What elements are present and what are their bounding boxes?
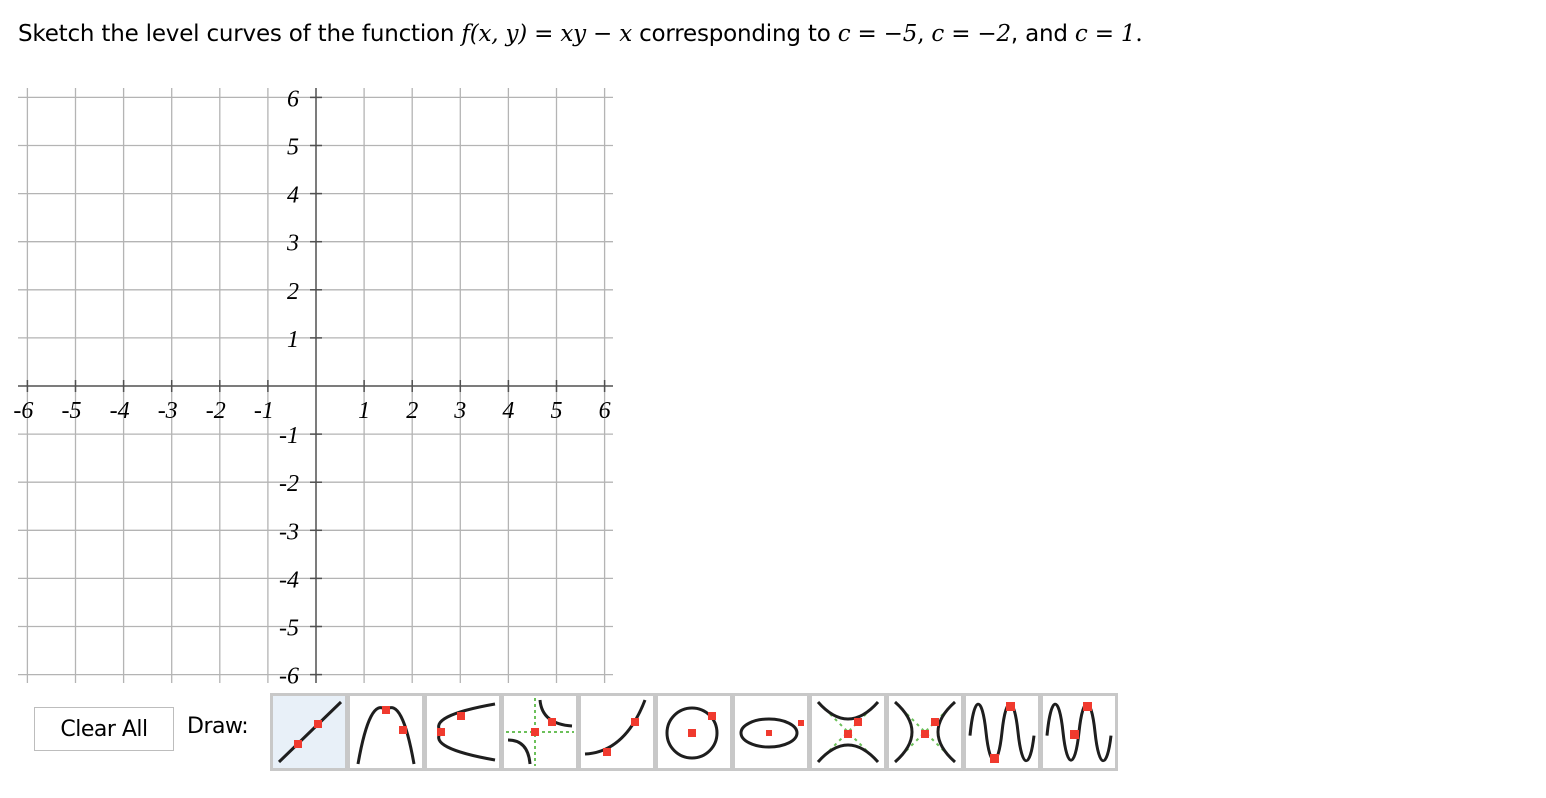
tool-cosine[interactable] (1040, 693, 1118, 771)
x-tick-label: 6 (599, 398, 611, 424)
x-tick-label: -3 (158, 398, 178, 424)
graph-canvas[interactable]: -6 -5 -4 -3 -2 -1 1 2 3 4 5 6 6 5 4 3 2 1 -1 -2 -3 -4 -5 -6 (0, 80, 640, 692)
tool-exponential[interactable] (578, 693, 656, 771)
tool-hyperbola-horizontal[interactable] (886, 693, 964, 771)
tool-sine[interactable] (963, 693, 1041, 771)
question-prefix: Sketch the level curves of the function (18, 21, 462, 47)
tool-parabola-vertical[interactable] (347, 693, 425, 771)
y-tick-label: -5 (279, 616, 299, 642)
x-tick-label: -4 (110, 398, 130, 424)
level-value-2: c = −2 (931, 21, 1011, 47)
level-value-3: c = 1 (1074, 21, 1136, 47)
x-tick-label: 3 (453, 398, 466, 424)
question-suffix: . (1135, 21, 1143, 47)
hyperbola-horizontal-icon (894, 700, 956, 764)
y-tick-label: -2 (279, 471, 299, 497)
axes (18, 88, 613, 683)
y-tick-label: -6 (279, 664, 299, 690)
tool-ellipse[interactable] (732, 693, 810, 771)
x-tick-label: 5 (551, 398, 563, 424)
y-tick-label: 4 (287, 183, 299, 209)
tool-parabola-horizontal[interactable] (424, 693, 502, 771)
y-tick-label: 6 (287, 86, 299, 112)
x-tick-label: -1 (254, 398, 274, 424)
circle-icon (665, 706, 719, 760)
draw-toolbar (270, 693, 1118, 771)
x-tick-label: -2 (206, 398, 226, 424)
y-tick-label: -4 (279, 567, 299, 593)
rational-hyperbola-icon (506, 698, 574, 766)
x-tick-label: 2 (406, 398, 418, 424)
cosine-icon (1045, 702, 1113, 763)
ellipse-icon (739, 717, 804, 749)
y-axis-labels: 6 5 4 3 2 1 -1 -2 -3 -4 -5 -6 (279, 86, 299, 689)
parabola-horizontal-icon (437, 702, 496, 762)
y-tick-label: 1 (287, 327, 299, 353)
hyperbola-vertical-icon (816, 701, 880, 763)
x-axis-labels: -6 -5 -4 -3 -2 -1 1 2 3 4 5 6 (13, 398, 610, 424)
function-rhs: xy − x (560, 21, 632, 47)
x-tick-label: -6 (13, 398, 33, 424)
line-tool-icon (277, 700, 343, 764)
x-tick-label: 4 (502, 398, 514, 424)
y-tick-label: 5 (287, 135, 299, 161)
exponential-icon (584, 699, 647, 756)
y-tick-label: 2 (287, 279, 299, 305)
y-tick-label: 3 (286, 231, 299, 257)
clear-all-button[interactable]: Clear All (34, 707, 174, 751)
separator-1: , (917, 21, 932, 47)
sine-icon (968, 702, 1036, 763)
x-tick-label: -5 (62, 398, 82, 424)
function-lhs: f(x, y) (461, 21, 528, 47)
y-tick-label: -3 (279, 519, 299, 545)
question-middle: corresponding to (632, 21, 838, 47)
tool-line[interactable] (270, 693, 348, 771)
function-equals: = (527, 21, 561, 47)
y-tick-label: -1 (279, 423, 299, 449)
tool-rational-hyperbola[interactable] (501, 693, 579, 771)
tool-circle[interactable] (655, 693, 733, 771)
draw-label: Draw: (187, 714, 249, 739)
x-tick-label: 1 (358, 398, 370, 424)
question-text: Sketch the level curves of the function … (18, 16, 1143, 52)
separator-2: , and (1010, 21, 1075, 47)
parabola-vertical-icon (356, 706, 416, 765)
tool-hyperbola-vertical[interactable] (809, 693, 887, 771)
level-value-1: c = −5 (837, 21, 918, 47)
